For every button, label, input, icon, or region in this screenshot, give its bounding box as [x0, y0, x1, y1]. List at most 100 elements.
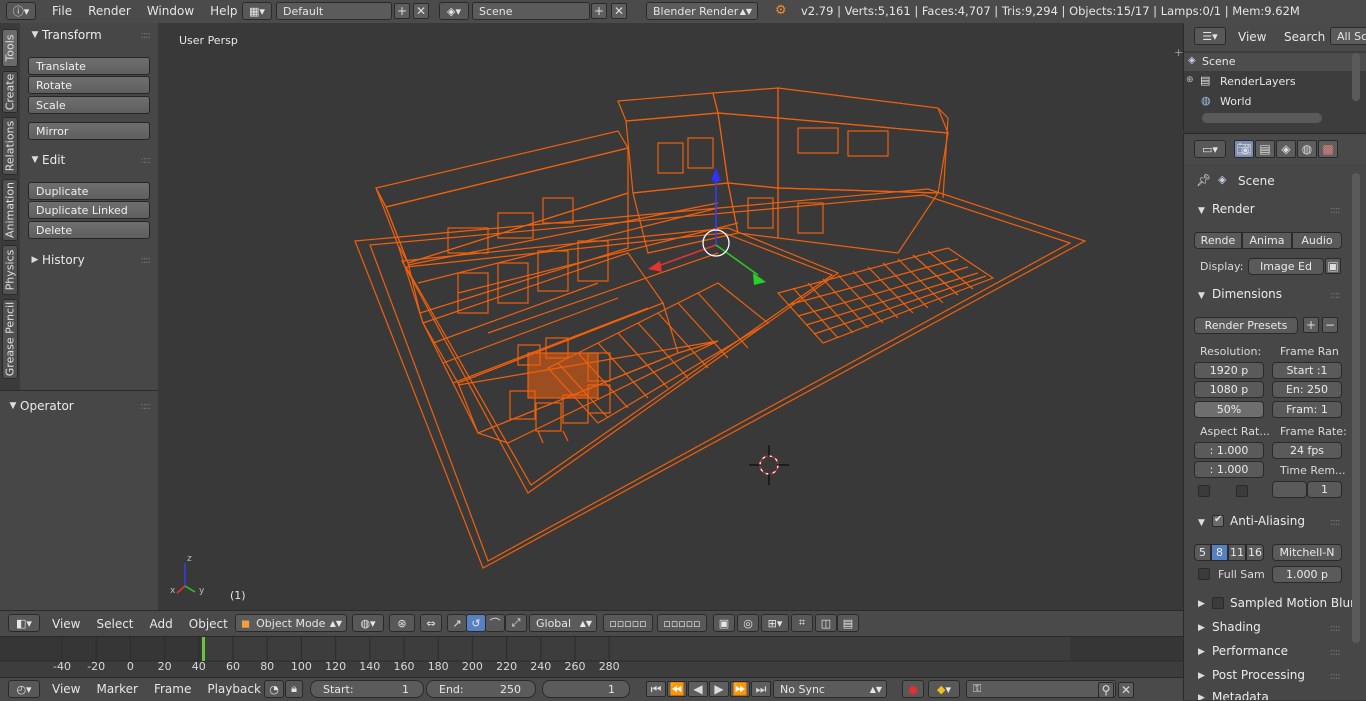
y-arrow-icon[interactable]	[753, 273, 766, 285]
scale-manipulator-icon[interactable]: ⤢	[505, 614, 527, 632]
render-image-icon[interactable]: ◫	[815, 614, 837, 632]
preview-range-icon[interactable]: ◔	[264, 680, 284, 698]
antialiasing-checkbox[interactable]: ✔	[1212, 514, 1224, 527]
timeline-menu-frame[interactable]: Frame	[146, 678, 199, 701]
remove-layout-button[interactable]: ✕	[413, 3, 429, 19]
render-audio-button[interactable]: Audio	[1292, 232, 1342, 249]
view3d-menu-select[interactable]: Select	[88, 611, 141, 637]
screen-layout-icon[interactable]: ▦▾	[242, 2, 272, 20]
display-select[interactable]: Image Ed	[1248, 258, 1324, 275]
duplicate-button[interactable]: Duplicate	[28, 182, 150, 200]
render-animation-button[interactable]: Anima	[1242, 232, 1292, 249]
post-processing-panel-title[interactable]: Post Processing	[1212, 668, 1305, 682]
add-preset-button[interactable]: +	[1303, 317, 1319, 333]
end-frame-field[interactable]: End: 250	[426, 680, 536, 698]
add-scene-button[interactable]: +	[591, 3, 607, 19]
edit-panel-header[interactable]: ▼ Edit ::::	[28, 150, 158, 170]
scene-icon[interactable]: ◈▾	[439, 2, 469, 20]
pin-icon[interactable]: 📌︎	[1196, 173, 1211, 187]
remove-preset-button[interactable]: −	[1322, 317, 1338, 333]
layout-field[interactable]: Default	[276, 2, 392, 20]
play-reverse-icon[interactable]: ◀	[688, 681, 708, 697]
transform-orientation-select[interactable]: Global ▲▼	[529, 614, 597, 632]
timeline[interactable]: -40 -20 0 20 40 60 80 100 120 140 160 180 200 220 240 2…	[0, 636, 1183, 677]
world-tab-icon[interactable]: ◍	[1297, 140, 1317, 158]
lock-camera-icon[interactable]: ▣	[713, 614, 735, 632]
editor-type-properties-icon[interactable]: ▭▾	[1194, 140, 1226, 158]
full-sample-checkbox[interactable]	[1198, 568, 1210, 580]
outliner-row-scene[interactable]: ◈ Scene	[1184, 53, 1366, 71]
drag-grip-icon[interactable]: ::::	[1330, 671, 1341, 682]
lock-display-icon[interactable]: ▣	[1325, 258, 1341, 274]
3d-cursor-icon[interactable]	[749, 445, 789, 485]
rotate-manipulator-icon[interactable]: ↺	[466, 614, 486, 632]
layers-grid-b-icon[interactable]: ▫▫▫▫▫	[657, 614, 707, 632]
resolution-percentage-slider[interactable]: 50%	[1194, 401, 1264, 418]
properties-scrollbar[interactable]	[1352, 173, 1360, 643]
outliner-hscrollbar[interactable]	[1202, 113, 1322, 123]
drag-grip-icon[interactable]: ::::	[141, 155, 152, 166]
lock-range-icon[interactable]: 🔒︎	[285, 680, 303, 698]
manipulator-toggle-icon[interactable]: ⇔	[420, 614, 442, 632]
resolution-y-field[interactable]: 1080 p	[1194, 381, 1264, 398]
mirror-button[interactable]: Mirror	[28, 122, 150, 140]
expand-plus-icon[interactable]: ⊕	[1186, 75, 1194, 85]
shading-panel-title[interactable]: Shading	[1212, 620, 1261, 634]
menu-help[interactable]: Help	[202, 0, 245, 23]
jump-end-icon[interactable]: ⏭	[751, 681, 771, 697]
jump-start-icon[interactable]: ⏮	[646, 681, 666, 697]
performance-panel-title[interactable]: Performance	[1212, 644, 1288, 658]
timeline-menu-view[interactable]: View	[44, 678, 88, 701]
view3d-menu-view[interactable]: View	[44, 611, 88, 637]
proportional-edit-icon[interactable]: ◎	[737, 614, 759, 632]
render-tab-icon[interactable]: 📷︎	[1234, 140, 1254, 158]
view3d-menu-add[interactable]: Add	[142, 611, 181, 637]
next-keyframe-icon[interactable]: ⏩	[730, 681, 750, 697]
antialiasing-panel-title[interactable]: Anti-Aliasing	[1230, 514, 1305, 528]
interaction-mode-select[interactable]: ◼ Object Mode ▲▼	[235, 614, 347, 632]
aa-samples-5[interactable]: 5	[1194, 544, 1211, 561]
snap-element-icon[interactable]: ⊞▾	[761, 614, 789, 632]
timeline-menu-playback[interactable]: Playback	[199, 678, 269, 701]
history-panel-header[interactable]: ▶ History ::::	[28, 250, 158, 270]
sync-mode-select[interactable]: No Sync ▲▼	[773, 680, 887, 698]
menu-file[interactable]: File	[44, 0, 80, 23]
render-still-button[interactable]: Rende	[1194, 232, 1242, 249]
outliner-vscrollbar[interactable]	[1352, 53, 1360, 101]
object-tab-icon[interactable]: ▩	[1318, 140, 1338, 158]
metadata-panel-title[interactable]: Metadata	[1212, 690, 1269, 700]
start-frame-field[interactable]: Start: 1	[310, 680, 424, 698]
scene-tab-icon[interactable]: ◈	[1276, 140, 1296, 158]
tab-create[interactable]: Create	[2, 71, 18, 113]
aa-samples-11[interactable]: 11	[1228, 544, 1246, 561]
prev-keyframe-icon[interactable]: ⏪	[667, 681, 687, 697]
time-remap-old-field[interactable]	[1272, 481, 1307, 498]
duplicate-linked-button[interactable]: Duplicate Linked	[28, 201, 150, 219]
frame-step-field[interactable]: Fram: 1	[1272, 401, 1342, 418]
translate-button[interactable]: Translate	[28, 57, 150, 75]
frame-start-field[interactable]: Start :1	[1272, 362, 1342, 379]
motion-blur-panel-title[interactable]: Sampled Motion Blur	[1230, 596, 1355, 610]
transform-panel-header[interactable]: ▼ Transform ::::	[28, 25, 158, 45]
render-layers-tab-icon[interactable]: ▤	[1255, 140, 1275, 158]
tab-relations[interactable]: Relations	[2, 117, 18, 175]
drag-grip-icon[interactable]: ::::	[1330, 647, 1341, 658]
aspect-y-field[interactable]: : 1.000	[1194, 461, 1264, 478]
outliner-menu-view[interactable]: View	[1238, 23, 1266, 51]
z-arrow-icon[interactable]	[711, 168, 721, 181]
play-icon[interactable]: ▶	[709, 681, 729, 697]
border-checkbox[interactable]	[1198, 485, 1210, 497]
timeline-menu-marker[interactable]: Marker	[88, 678, 145, 701]
editor-type-info-icon[interactable]: ⓘ▾	[6, 2, 36, 20]
tab-animation[interactable]: Animation	[2, 179, 18, 241]
drag-grip-icon[interactable]: ::::	[1330, 205, 1341, 216]
menu-render[interactable]: Render	[80, 0, 139, 23]
current-frame-marker[interactable]	[202, 637, 205, 661]
layers-grid-a-icon[interactable]: ▫▫▫▫▫	[603, 614, 653, 632]
render-presets-select[interactable]: Render Presets	[1194, 317, 1298, 334]
aa-filter-select[interactable]: Mitchell-N	[1272, 544, 1342, 561]
drag-grip-icon[interactable]: ::::	[141, 401, 152, 412]
aspect-x-field[interactable]: : 1.000	[1194, 442, 1264, 459]
record-icon[interactable]: ●	[902, 680, 924, 698]
motion-blur-checkbox[interactable]	[1212, 597, 1224, 609]
